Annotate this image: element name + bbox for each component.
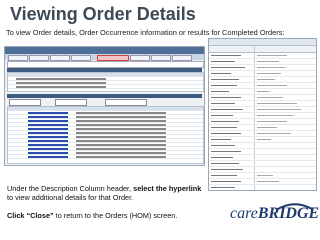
close-instruction-button: “Close” xyxy=(26,211,54,220)
order-description-link[interactable] xyxy=(28,151,68,154)
order-description-link[interactable] xyxy=(28,111,68,114)
order-details-title-bar xyxy=(209,39,316,46)
orders-status-select[interactable] xyxy=(105,99,147,106)
orders-section-header xyxy=(7,94,202,98)
order-description-link[interactable] xyxy=(28,119,68,122)
page-title: Viewing Order Details xyxy=(10,4,196,24)
close-instruction-rest: to return to the Orders (HOM) screen. xyxy=(53,211,178,220)
order-description-link[interactable] xyxy=(28,131,68,134)
order-details-column-header xyxy=(209,46,316,53)
app-tab-strip xyxy=(5,54,204,61)
close-instruction-click: Click xyxy=(7,211,25,220)
order-description-link[interactable] xyxy=(28,123,68,126)
order-description-link[interactable] xyxy=(28,127,68,130)
order-description-link[interactable] xyxy=(28,115,68,118)
orders-filter-select[interactable] xyxy=(9,99,41,106)
patient-banner xyxy=(7,61,204,68)
order-description-link[interactable] xyxy=(28,135,68,138)
app-title-bar xyxy=(5,47,204,54)
instruction-emphasis: select the hyperlink xyxy=(133,184,202,193)
orders-grid xyxy=(7,106,204,164)
instruction-prefix: Under the Description Column header, xyxy=(7,184,134,193)
order-description-link[interactable] xyxy=(28,139,68,142)
hyperlink-instruction: Under the Description Column header, sel… xyxy=(7,184,207,203)
order-description-link[interactable] xyxy=(28,143,68,146)
order-description-link[interactable] xyxy=(28,155,68,158)
orders-screenshot xyxy=(4,46,205,166)
demographics-grid xyxy=(7,72,204,92)
orders-sort-select[interactable] xyxy=(55,99,87,106)
order-details-screenshot xyxy=(208,38,317,191)
logo-swoosh-icon xyxy=(275,203,313,211)
instruction-suffix: to view additional details for that Orde… xyxy=(7,193,134,203)
carebridge-logo: careBRIDGE xyxy=(230,203,319,229)
close-instruction: Click “Close” to return to the Orders (H… xyxy=(7,211,177,220)
logo-text-care: care xyxy=(230,205,258,222)
order-description-link[interactable] xyxy=(28,147,68,150)
page-subtitle: To view Order details, Order Occurrence … xyxy=(6,28,285,37)
